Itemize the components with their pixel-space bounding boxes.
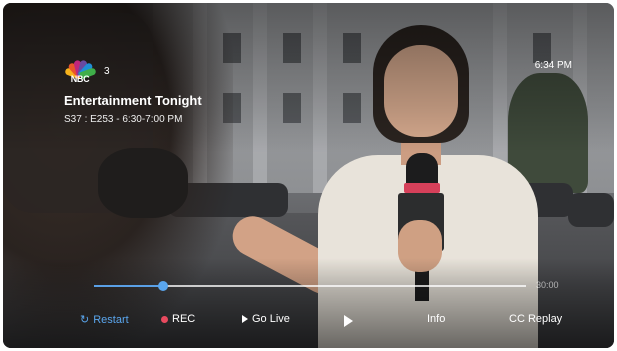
- cc-replay-label: CC Replay: [509, 313, 563, 325]
- program-title: Entertainment Tonight: [64, 93, 202, 108]
- progress-fill: [94, 285, 164, 287]
- clock-time: 6:34 PM: [534, 60, 572, 71]
- duration-label: 30:00: [536, 280, 559, 290]
- record-button[interactable]: REC: [161, 313, 195, 325]
- go-live-button[interactable]: Go Live: [242, 313, 290, 325]
- play-icon: [344, 315, 353, 327]
- record-icon: [161, 315, 168, 323]
- cc-replay-button[interactable]: CC Replay: [509, 313, 562, 325]
- episode-info: S37 : E253 - 6:30-7:00 PM: [64, 114, 183, 125]
- go-live-icon: [242, 315, 248, 323]
- program-info: NBC 3 Entertainment Tonight S37 : E253 -…: [64, 58, 202, 125]
- channel-number: 3: [104, 65, 110, 77]
- nbc-peacock-icon: NBC: [64, 58, 97, 84]
- tv-player-screen: NBC 3 Entertainment Tonight S37 : E253 -…: [3, 3, 614, 348]
- restart-icon: ↻: [80, 314, 90, 326]
- info-label: Info: [427, 313, 446, 325]
- go-live-label: Go Live: [252, 313, 290, 325]
- record-label: REC: [172, 313, 196, 325]
- restart-button[interactable]: ↻ Restart: [80, 313, 129, 327]
- restart-label: Restart: [93, 313, 129, 326]
- channel-logo-text: NBC: [70, 74, 90, 84]
- info-button[interactable]: Info: [427, 313, 445, 325]
- progress-bar[interactable]: [94, 281, 526, 291]
- playback-controls: ↻ Restart REC Go Live Info CC Replay: [3, 313, 614, 333]
- play-button[interactable]: [344, 315, 353, 327]
